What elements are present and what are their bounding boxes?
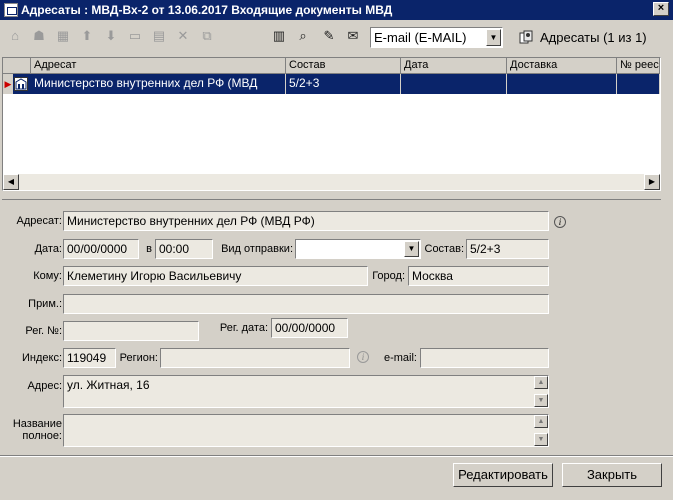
index-label: Индекс: — [21, 352, 62, 364]
cell-reg-no — [617, 74, 660, 94]
delivery-method-select[interactable]: E-mail (E-MAIL) ▼ — [370, 27, 503, 48]
address-value: ул. Житная, 16 — [67, 378, 150, 392]
cell-delivery — [507, 74, 617, 94]
addressees-grid: Адресат Состав Дата Доставка № реес ▶ Ми… — [2, 57, 661, 191]
addressees-icon — [518, 30, 534, 46]
chevron-down-icon[interactable]: ▼ — [486, 29, 501, 46]
column-header-delivery[interactable]: Доставка — [507, 58, 617, 74]
title-bar: Адресаты : МВД-Вх-2 от 13.06.2017 Входящ… — [0, 0, 673, 20]
edit-document-icon[interactable]: ✎ — [320, 27, 338, 45]
city-label: Город: — [372, 270, 405, 282]
window-title: Адресаты : МВД-Вх-2 от 13.06.2017 Входящ… — [21, 3, 393, 17]
composition-field[interactable]: 5/2+3 — [466, 239, 549, 259]
full-name-scrollbar[interactable]: ▲ ▼ — [534, 415, 548, 446]
column-header-composition[interactable]: Состав — [286, 58, 401, 74]
search-document-icon[interactable]: ⌕ — [294, 27, 312, 45]
move-up-icon[interactable]: ⬆ — [78, 27, 96, 45]
email-field[interactable] — [420, 348, 549, 368]
addressees-button[interactable]: Адресаты (1 из 1) — [518, 27, 658, 48]
close-window-button[interactable]: × — [653, 2, 669, 16]
scroll-up-icon[interactable]: ▲ — [534, 415, 548, 428]
delivery-method-value: E-mail (E-MAIL) — [374, 30, 467, 45]
cell-date — [401, 74, 507, 94]
composition-label: Состав: — [424, 243, 465, 255]
addressbook-icon[interactable]: ▦ — [54, 27, 72, 45]
region-info-icon[interactable]: i — [357, 351, 369, 363]
info-icon[interactable]: i — [554, 216, 566, 228]
envelope-icon[interactable]: ✉ — [344, 27, 362, 45]
add-addressee-icon[interactable]: ⌂ — [6, 27, 24, 45]
addressee-label: Адресат: — [16, 215, 62, 227]
chevron-down-icon[interactable]: ▼ — [404, 241, 419, 257]
index-field[interactable]: 119049 — [63, 348, 116, 368]
row-pointer-icon: ▶ — [3, 74, 13, 94]
full-name-label-line2: полное: — [22, 430, 62, 442]
reg-no-label: Рег. №: — [25, 325, 62, 337]
city-field[interactable]: Москва — [408, 266, 549, 286]
delete-icon[interactable]: ✕ — [174, 27, 192, 45]
cell-addressee: Министерство внутренних дел РФ (МВД — [31, 74, 286, 94]
column-header-addressee[interactable]: Адресат — [31, 58, 286, 74]
scroll-down-icon[interactable]: ▼ — [534, 433, 548, 446]
reg-date-label: Рег. дата: — [219, 322, 268, 334]
date-field[interactable]: 00/00/0000 — [63, 239, 139, 259]
reg-date-field[interactable]: 00/00/0000 — [271, 318, 348, 338]
note-field[interactable] — [63, 294, 549, 314]
send-type-select[interactable]: ▼ — [295, 239, 421, 259]
addressees-button-label: Адресаты (1 из 1) — [540, 30, 647, 45]
add-contact-icon[interactable]: ☗ — [30, 27, 48, 45]
paste-icon[interactable]: ▤ — [150, 27, 168, 45]
reg-no-field[interactable] — [63, 321, 199, 341]
email-label: e-mail: — [383, 352, 417, 364]
at-label: в — [146, 243, 152, 255]
scroll-right-icon[interactable]: ▶ — [644, 174, 660, 190]
move-down-icon[interactable]: ⬇ — [102, 27, 120, 45]
building-icon — [14, 77, 28, 91]
full-name-label: Название полное: — [6, 418, 62, 442]
address-label: Адрес: — [27, 380, 62, 392]
cell-composition: 5/2+3 — [286, 74, 401, 94]
to-label: Кому: — [33, 270, 62, 282]
note-label: Прим.: — [28, 298, 62, 310]
address-textarea[interactable]: ул. Житная, 16 ▲ ▼ — [63, 375, 549, 408]
merge-icon[interactable]: ⧉ — [198, 27, 216, 45]
column-header-reg-no[interactable]: № реес — [617, 58, 660, 74]
grid-row-header-corner — [3, 58, 31, 74]
horizontal-scrollbar[interactable]: ◀ ▶ — [3, 174, 660, 190]
scroll-down-icon[interactable]: ▼ — [534, 394, 548, 407]
full-name-label-line1: Название — [12, 418, 62, 430]
time-field[interactable]: 00:00 — [155, 239, 213, 259]
copy-icon[interactable]: ▭ — [126, 27, 144, 45]
full-name-textarea[interactable]: ▲ ▼ — [63, 414, 549, 447]
close-button[interactable]: Закрыть — [562, 463, 662, 487]
date-label: Дата: — [34, 243, 62, 255]
to-field[interactable]: Клеметину Игорю Васильевичу — [63, 266, 368, 286]
addressee-field[interactable]: Министерство внутренних дел РФ (МВД РФ) — [63, 211, 549, 231]
scroll-left-icon[interactable]: ◀ — [3, 174, 19, 190]
column-header-date[interactable]: Дата — [401, 58, 507, 74]
table-row[interactable]: ▶ Министерство внутренних дел РФ (МВД 5/… — [3, 74, 660, 94]
edit-button[interactable]: Редактировать — [453, 463, 553, 487]
send-type-label: Вид отправки: — [221, 243, 293, 255]
region-field[interactable] — [160, 348, 350, 368]
region-label: Регион: — [119, 352, 158, 364]
report-icon[interactable]: ▥ — [270, 27, 288, 45]
footer-separator — [0, 455, 673, 457]
window-app-icon — [4, 3, 18, 17]
address-scrollbar[interactable]: ▲ ▼ — [534, 376, 548, 407]
scroll-up-icon[interactable]: ▲ — [534, 376, 548, 389]
